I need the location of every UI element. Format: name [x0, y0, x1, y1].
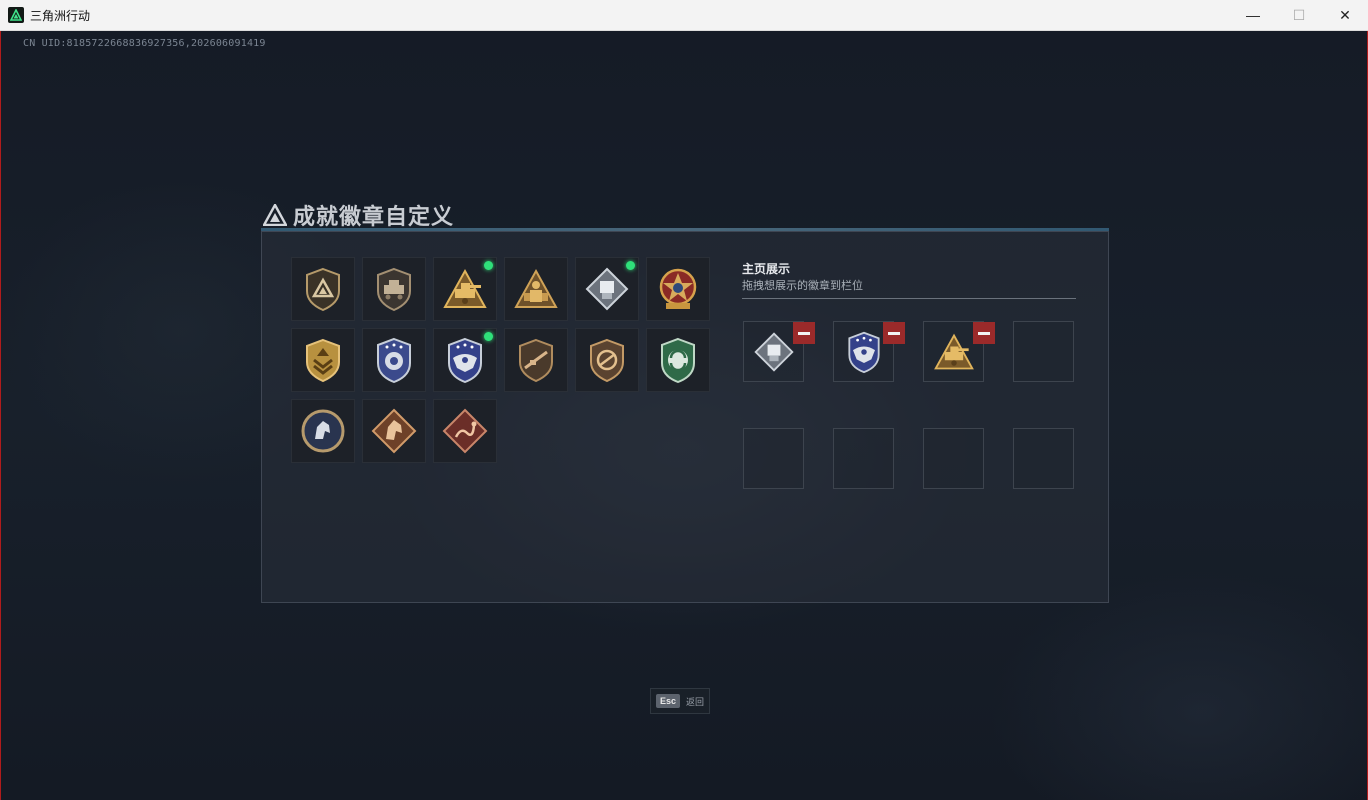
back-label[interactable]: 返回 — [686, 695, 704, 708]
bronze-horse-diamond-badge-icon — [371, 408, 417, 454]
gold-chevron-shield-badge-icon — [306, 338, 340, 383]
panel-header: 成就徽章自定义 — [263, 199, 454, 231]
display-section-subtitle: 拖拽想展示的徽章到栏位 — [742, 280, 863, 292]
blue-eagle-badge-icon — [448, 337, 482, 384]
bronze-rifle-shield-badge-icon — [519, 338, 553, 383]
new-indicator-dot — [484, 332, 493, 341]
minus-icon — [888, 331, 900, 335]
delta-triangle-icon — [263, 204, 287, 226]
star-medal-badge-icon — [659, 268, 697, 309]
silver-diamond-badge-icon — [585, 267, 629, 311]
shield-triangle-badge-icon — [306, 267, 340, 312]
display-slot-empty[interactable] — [833, 428, 894, 489]
badge-item[interactable] — [433, 257, 497, 321]
maximize-button[interactable]: ☐ — [1276, 0, 1322, 30]
close-button[interactable]: ✕ — [1322, 0, 1368, 30]
badge-item[interactable] — [646, 257, 710, 321]
shield-vehicle-badge-icon — [377, 267, 411, 312]
display-slot-filled[interactable] — [923, 321, 995, 382]
display-slot-empty[interactable] — [1013, 321, 1074, 382]
window-titlebar: 三角洲行动 — ☐ ✕ — [0, 0, 1368, 31]
badge-item[interactable] — [433, 399, 497, 463]
remove-badge-button[interactable] — [883, 322, 905, 344]
badge-item[interactable] — [575, 328, 639, 392]
back-hint[interactable]: Esc 返回 — [650, 688, 710, 714]
remove-badge-button[interactable] — [973, 322, 995, 344]
badge-item[interactable] — [291, 257, 355, 321]
window-controls: — ☐ ✕ — [1230, 0, 1368, 30]
badge-item[interactable] — [362, 328, 426, 392]
uid-label: CN UID:8185722668836927356,202606091419 — [23, 38, 266, 49]
blue-eagle-badge-icon — [847, 331, 880, 373]
gold-tank-triangle-badge-icon — [933, 333, 974, 369]
display-slot-empty[interactable] — [743, 428, 804, 489]
badge-item[interactable] — [291, 399, 355, 463]
red-diamond-snake-badge-icon — [442, 408, 488, 454]
esc-key-cap[interactable]: Esc — [655, 694, 680, 708]
panel-title: 成就徽章自定义 — [293, 204, 455, 229]
gold-triangle-soldier-badge-icon — [514, 268, 558, 308]
new-indicator-dot — [484, 261, 493, 270]
badge-item[interactable] — [362, 257, 426, 321]
remove-badge-button[interactable] — [793, 322, 815, 344]
silver-diamond-badge-icon — [753, 331, 794, 372]
display-divider — [742, 298, 1076, 299]
display-section-title: 主页展示 — [742, 262, 791, 276]
display-slot-empty[interactable] — [923, 428, 984, 489]
display-slot-empty[interactable] — [1013, 428, 1074, 489]
gold-tank-triangle-badge-icon — [443, 268, 487, 308]
display-slot-filled[interactable] — [833, 321, 905, 382]
badge-item[interactable] — [646, 328, 710, 392]
bronze-no-rifle-shield-badge-icon — [590, 338, 624, 383]
display-slot-grid — [743, 321, 1074, 489]
badge-item[interactable] — [362, 399, 426, 463]
badge-item[interactable] — [291, 328, 355, 392]
window-title: 三角洲行动 — [30, 8, 91, 23]
badge-customize-panel: 主页展示 拖拽想展示的徽章到栏位 — [261, 231, 1109, 603]
badge-collection-grid — [291, 257, 721, 463]
badge-item[interactable] — [433, 328, 497, 392]
game-viewport: CN UID:8185722668836927356,202606091419 … — [0, 31, 1368, 800]
badge-item[interactable] — [504, 328, 568, 392]
badge-item[interactable] — [504, 257, 568, 321]
new-indicator-dot — [626, 261, 635, 270]
display-slot-filled[interactable] — [743, 321, 815, 382]
minus-icon — [798, 331, 810, 335]
minimize-button[interactable]: — — [1230, 0, 1276, 30]
green-arrows-shield-badge-icon — [661, 337, 695, 384]
round-horse-badge-icon — [301, 409, 345, 453]
app-logo-icon — [8, 7, 24, 23]
badge-item[interactable] — [575, 257, 639, 321]
blue-police-badge-icon — [377, 337, 411, 384]
minus-icon — [978, 331, 990, 335]
